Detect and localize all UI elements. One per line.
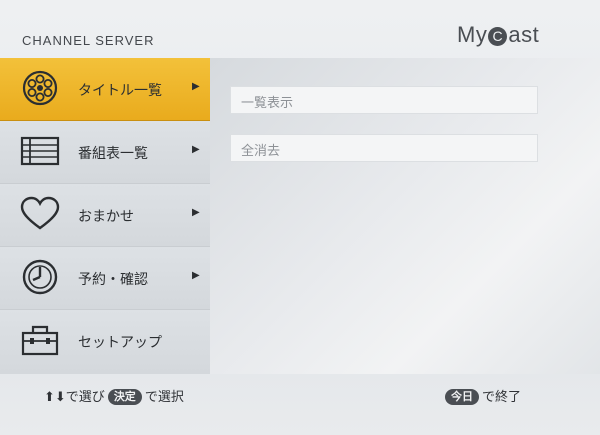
timer-icon: [22, 259, 58, 295]
submenu-item-label: 全消去: [241, 144, 281, 159]
enter-key-badge: 決定: [107, 389, 142, 405]
hint-text: で選び: [65, 390, 105, 405]
navigation-hint: ⬆⬇で選び 決定 で選択: [44, 386, 184, 405]
today-key-badge: 今日: [445, 389, 479, 405]
mycast-logo-suffix: ast: [508, 22, 540, 47]
menu-item-omakase[interactable]: おまかせ ▶: [0, 184, 210, 247]
menu-item-label: おまかせ: [78, 209, 134, 225]
menu-item-title-list[interactable]: タイトル一覧 ▶: [0, 58, 210, 121]
program-list-icon: [20, 136, 60, 166]
tv-menu-screen: CHANNEL SERVER My Cast タイトル一覧 ▶ 番組表一覧 ▶ …: [0, 0, 600, 435]
chevron-right-icon: ▶: [192, 270, 200, 281]
menu-item-label: セットアップ: [78, 335, 162, 351]
chevron-right-icon: ▶: [192, 144, 200, 155]
menu-item-label: 番組表一覧: [78, 146, 148, 162]
mycast-logo-circle: C: [488, 27, 508, 46]
mycast-logo: My Cast: [457, 22, 539, 48]
submenu-item-label: 一覧表示: [241, 96, 294, 111]
chevron-right-icon: ▶: [192, 81, 200, 92]
menu-item-label: タイトル一覧: [78, 83, 162, 99]
hint-text: で選択: [144, 390, 184, 405]
exit-hint: 今日 で終了: [442, 386, 521, 405]
submenu-item-delete-all[interactable]: 全消去: [230, 134, 538, 162]
submenu-panel: 一覧表示 全消去: [210, 58, 600, 374]
hint-text: で終了: [482, 390, 522, 405]
menu-item-label: 予約・確認: [78, 272, 148, 288]
chevron-right-icon: ▶: [192, 207, 200, 218]
menu-item-program-list[interactable]: 番組表一覧 ▶: [0, 121, 210, 184]
footer-hint-bar: ⬆⬇で選び 決定 で選択 今日 で終了: [0, 374, 600, 435]
up-down-arrows-icon: ⬆⬇: [44, 390, 66, 405]
toolbox-icon: [21, 325, 59, 356]
mycast-logo-prefix: My: [457, 22, 488, 47]
menu-item-reservation[interactable]: 予約・確認 ▶: [0, 247, 210, 310]
film-reel-icon: [22, 70, 58, 106]
main-menu: タイトル一覧 ▶ 番組表一覧 ▶ おまかせ ▶ 予約・確認 ▶ セットアップ: [0, 58, 210, 374]
heart-icon: [20, 196, 60, 230]
submenu-item-list-view[interactable]: 一覧表示: [230, 86, 538, 114]
channel-server-logo: CHANNEL SERVER: [22, 33, 155, 48]
header: CHANNEL SERVER My Cast: [0, 0, 600, 58]
menu-item-setup[interactable]: セットアップ: [0, 310, 210, 374]
